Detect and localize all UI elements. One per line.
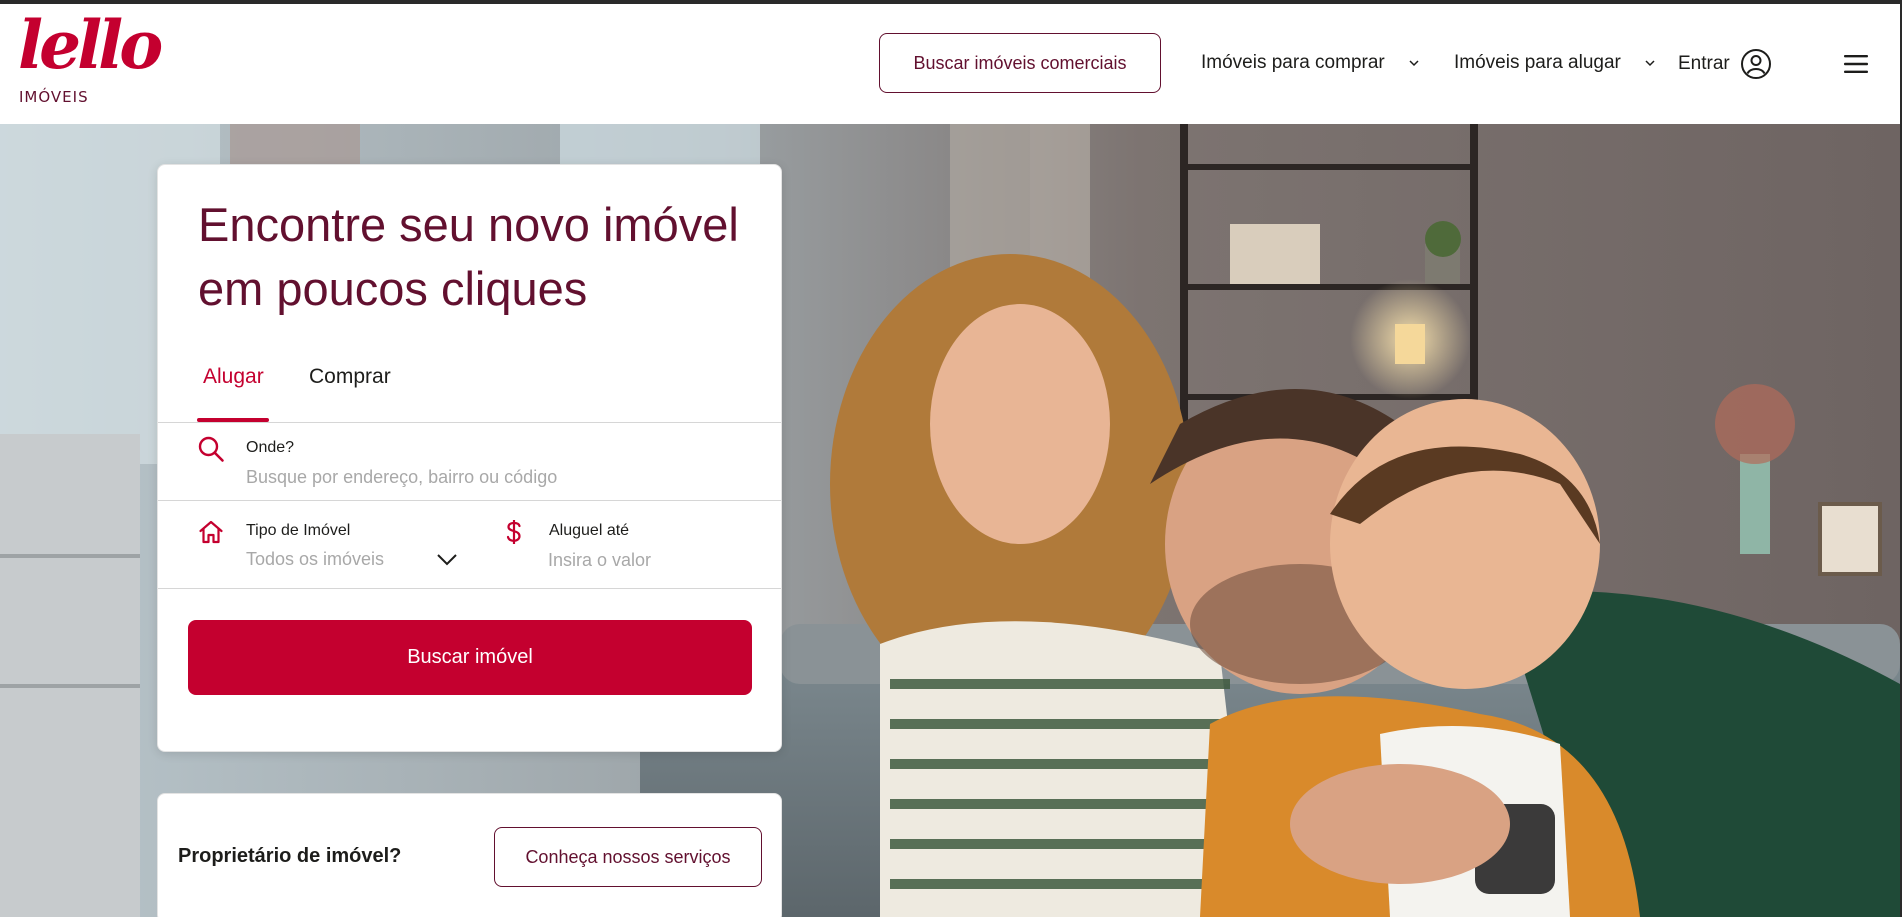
lello-logo[interactable]: lello IMÓVEIS xyxy=(18,12,163,108)
divider xyxy=(158,500,781,501)
logo-subtext: IMÓVEIS xyxy=(19,88,89,106)
property-type-value: Todos os imóveis xyxy=(246,548,385,569)
owner-services-card: Proprietário de imóvel? Conheça nossos s… xyxy=(157,793,782,917)
logo-wordmark: lello xyxy=(18,6,163,84)
property-type-label: Tipo de Imóvel xyxy=(246,522,351,539)
login-label: Entrar xyxy=(1678,53,1730,74)
user-circle-icon xyxy=(1740,49,1771,79)
search-title: Encontre seu novo imóvel em poucos cliqu… xyxy=(198,198,739,315)
where-label: Onde? xyxy=(246,439,295,456)
property-type-select[interactable]: Todos os imóveis xyxy=(246,545,466,573)
where-input[interactable] xyxy=(246,465,746,489)
divider xyxy=(158,588,781,589)
nav-buy-label: Imóveis para comprar xyxy=(1201,52,1385,73)
hamburger-menu-icon[interactable] xyxy=(1843,53,1869,75)
owner-question: Proprietário de imóvel? xyxy=(178,845,402,867)
login-link[interactable]: Entrar xyxy=(1678,48,1772,80)
chevron-down-icon xyxy=(1645,60,1655,67)
max-rent-label: Aluguel até xyxy=(549,522,630,539)
home-icon xyxy=(199,520,223,544)
search-property-button[interactable]: Buscar imóvel xyxy=(188,620,752,695)
chevron-down-icon xyxy=(1409,60,1419,67)
dollar-icon xyxy=(506,520,521,544)
divider xyxy=(158,422,781,423)
property-search-card: Encontre seu novo imóvel em poucos cliqu… xyxy=(157,164,782,752)
nav-rent-dropdown[interactable]: Imóveis para alugar xyxy=(1454,52,1657,74)
commercial-properties-button[interactable]: Buscar imóveis comerciais xyxy=(879,33,1161,93)
nav-rent-label: Imóveis para alugar xyxy=(1454,52,1621,73)
chevron-down-icon[interactable] xyxy=(436,553,458,567)
tab-buy[interactable]: Comprar xyxy=(309,365,391,405)
tab-rent[interactable]: Alugar xyxy=(203,365,264,405)
nav-buy-dropdown[interactable]: Imóveis para comprar xyxy=(1201,52,1421,74)
site-header: lello IMÓVEIS Buscar imóveis comerciais … xyxy=(0,4,1900,124)
our-services-button[interactable]: Conheça nossos serviços xyxy=(494,827,762,887)
search-icon xyxy=(198,436,224,462)
max-rent-input[interactable] xyxy=(548,548,748,572)
